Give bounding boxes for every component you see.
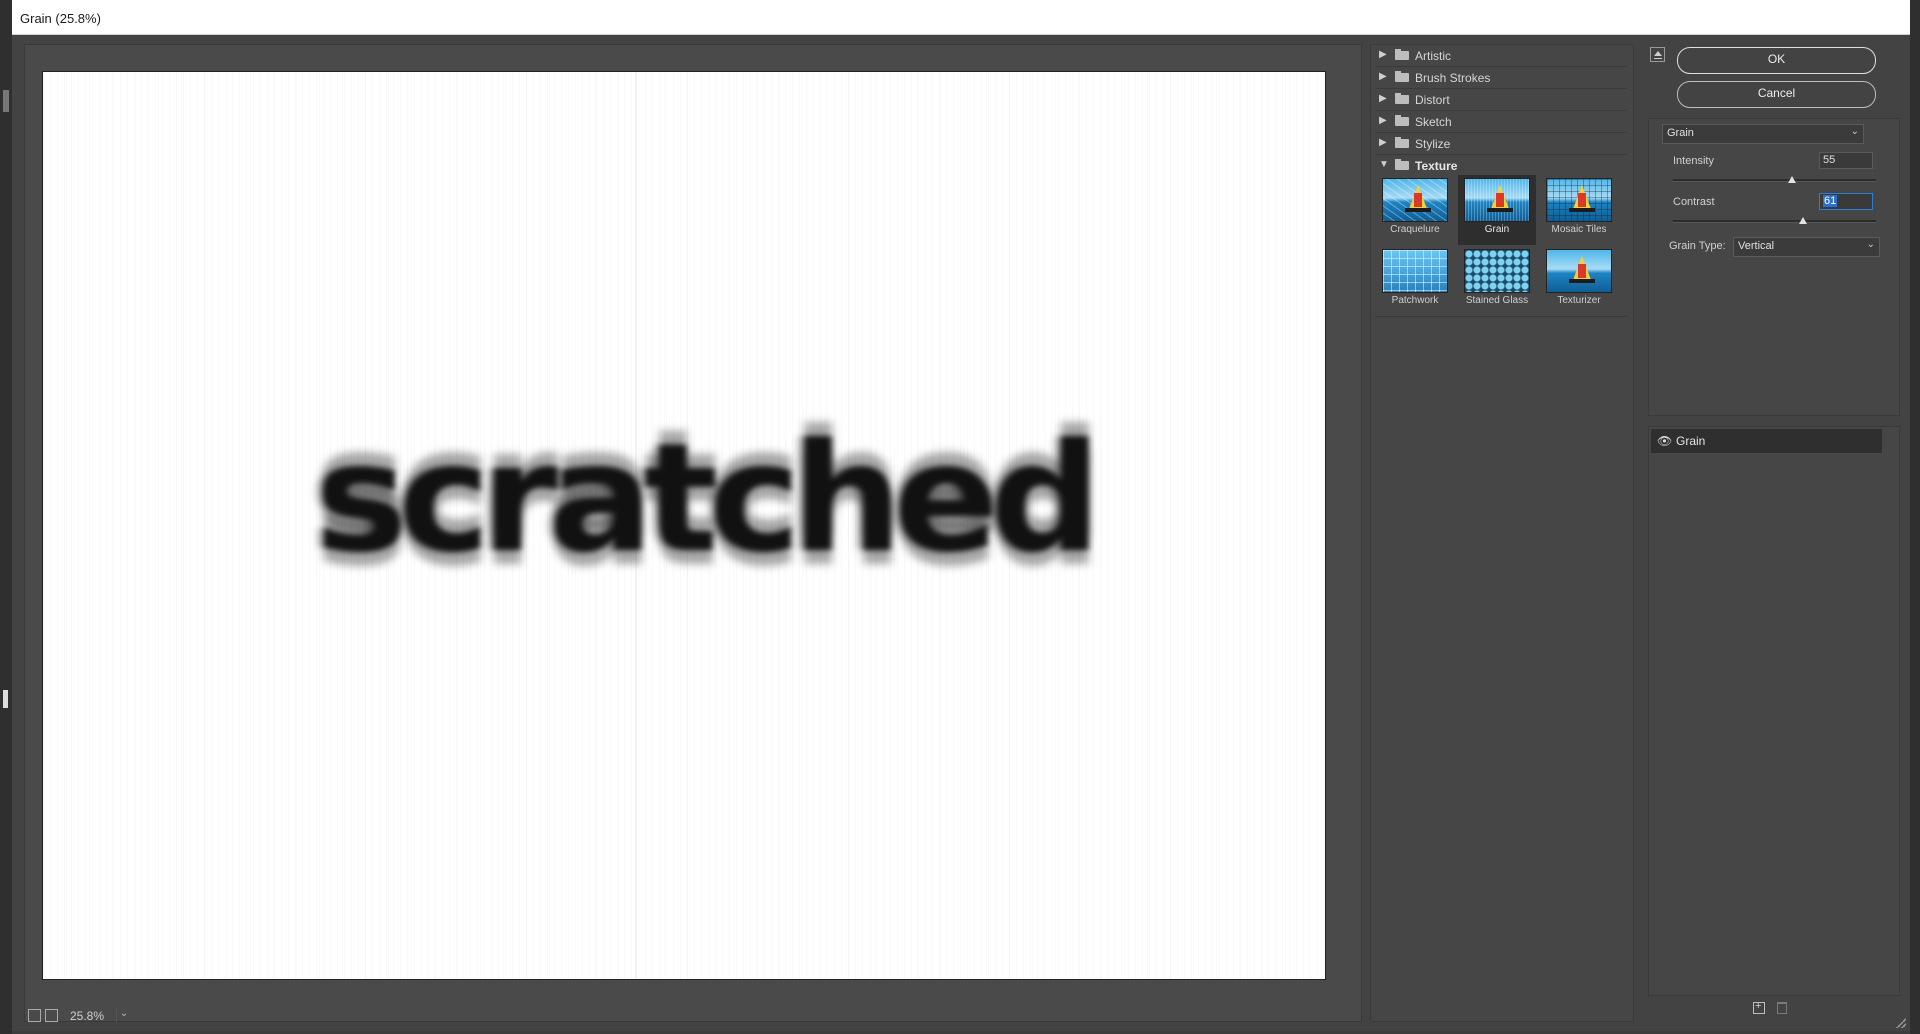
- expand-triangle-icon[interactable]: ▶: [1379, 93, 1387, 104]
- expand-triangle-icon[interactable]: ▶: [1379, 71, 1387, 82]
- folder-icon: [1395, 115, 1409, 126]
- grain-type-label: Grain Type:: [1669, 240, 1726, 252]
- expand-triangle-icon[interactable]: ▶: [1379, 49, 1387, 60]
- category-label: Sketch: [1415, 115, 1452, 129]
- category-artistic[interactable]: ▶ Artistic: [1375, 45, 1627, 67]
- zoom-value: 25.8%: [70, 1009, 105, 1023]
- filter-thumb-craquelure[interactable]: Craquelure: [1376, 175, 1454, 245]
- filter-thumb-mosaic-tiles[interactable]: Mosaic Tiles: [1540, 175, 1618, 245]
- category-sketch[interactable]: ▶ Sketch: [1375, 111, 1627, 133]
- grain-type-value: Vertical: [1738, 240, 1775, 252]
- filter-thumb-grain[interactable]: Grain: [1458, 175, 1536, 245]
- cancel-button[interactable]: Cancel: [1677, 81, 1876, 108]
- filter-thumb-label: Texturizer: [1557, 295, 1601, 306]
- effect-layers-panel: [1648, 426, 1900, 996]
- intensity-input[interactable]: 55: [1819, 152, 1873, 169]
- stained-glass-preview-image: [1464, 249, 1530, 293]
- chevron-down-icon: ⌄: [1866, 239, 1875, 250]
- zoom-out-icon[interactable]: [28, 1009, 41, 1022]
- zoom-dropdown-chevron-icon[interactable]: ⌄: [116, 1008, 131, 1022]
- craquelure-preview-image: [1382, 178, 1448, 222]
- category-brush-strokes[interactable]: ▶ Brush Strokes: [1375, 67, 1627, 89]
- filter-select[interactable]: Grain ⌄: [1662, 124, 1864, 144]
- intensity-label: Intensity: [1673, 155, 1714, 167]
- category-texture[interactable]: ▼ Texture: [1375, 155, 1627, 176]
- category-label: Artistic: [1415, 49, 1451, 63]
- trash-icon[interactable]: [1777, 1002, 1787, 1014]
- expand-triangle-icon[interactable]: ▶: [1379, 137, 1387, 148]
- gallery-divider: [1375, 316, 1627, 317]
- app-left-edge: [0, 0, 12, 1034]
- filter-thumb-patchwork[interactable]: Patchwork: [1376, 246, 1454, 316]
- category-label: Distort: [1415, 93, 1450, 107]
- contrast-input[interactable]: 61: [1819, 193, 1873, 210]
- dialog-title: Grain (25.8%): [20, 11, 101, 26]
- app-color-swatch: [3, 690, 8, 708]
- expand-triangle-icon[interactable]: ▶: [1379, 115, 1387, 126]
- dialog-titlebar: Grain (25.8%): [12, 0, 1910, 35]
- filter-thumb-label: Craquelure: [1390, 224, 1440, 235]
- resize-grip-icon[interactable]: [1896, 1018, 1906, 1028]
- contrast-label: Contrast: [1673, 196, 1715, 208]
- category-stylize[interactable]: ▶ Stylize: [1375, 133, 1627, 155]
- folder-open-icon: [1395, 159, 1409, 170]
- chevron-down-icon: ⌄: [1850, 126, 1859, 137]
- filter-thumb-label: Patchwork: [1391, 295, 1439, 306]
- filter-thumb-label: Grain: [1484, 224, 1510, 235]
- preview-text: scratched: [314, 412, 1102, 586]
- filter-thumb-texturizer[interactable]: Texturizer: [1540, 246, 1618, 316]
- category-label: Brush Strokes: [1415, 71, 1491, 85]
- grain-preview-image: [1464, 178, 1530, 222]
- contrast-slider-track[interactable]: [1673, 220, 1876, 223]
- category-label: Texture: [1415, 159, 1458, 173]
- filter-thumb-stained-glass[interactable]: Stained Glass: [1458, 246, 1536, 316]
- mosaic-tiles-preview-image: [1546, 178, 1612, 222]
- category-label: Stylize: [1415, 137, 1451, 151]
- zoom-in-icon[interactable]: [45, 1009, 58, 1022]
- filter-thumb-label: Stained Glass: [1465, 295, 1529, 306]
- category-distort[interactable]: ▶ Distort: [1375, 89, 1627, 111]
- effect-layer-row[interactable]: 👁 Grain: [1651, 429, 1882, 453]
- contrast-value: 61: [1823, 195, 1838, 207]
- folder-icon: [1395, 137, 1409, 148]
- effect-layer-name: Grain: [1676, 434, 1706, 448]
- intensity-slider-thumb[interactable]: [1787, 176, 1796, 183]
- preview-canvas[interactable]: scratched: [42, 71, 1326, 980]
- texturizer-preview-image: [1546, 249, 1612, 293]
- zoom-bar: 25.8% ⌄: [24, 1004, 252, 1026]
- app-right-edge: [1910, 0, 1920, 1034]
- eye-icon[interactable]: 👁: [1657, 434, 1672, 448]
- filter-thumb-label: Mosaic Tiles: [1551, 224, 1607, 235]
- contrast-slider-thumb[interactable]: [1799, 217, 1808, 224]
- intensity-slider-track[interactable]: [1673, 179, 1876, 182]
- folder-icon: [1395, 71, 1409, 82]
- filter-select-value: Grain: [1667, 127, 1694, 139]
- new-effect-layer-icon[interactable]: [1753, 1000, 1765, 1014]
- filter-gallery: ▶ Artistic ▶ Brush Strokes ▶ Distort ▶ S…: [1370, 44, 1634, 1022]
- app-toolbar-glyph: [3, 90, 9, 112]
- ok-button[interactable]: OK: [1677, 47, 1876, 74]
- grain-type-select[interactable]: Vertical ⌄: [1733, 237, 1880, 257]
- collapse-gallery-icon[interactable]: [1650, 47, 1665, 62]
- folder-icon: [1395, 49, 1409, 60]
- patchwork-preview-image: [1382, 249, 1448, 293]
- folder-icon: [1395, 93, 1409, 104]
- collapse-triangle-icon[interactable]: ▼: [1379, 159, 1389, 170]
